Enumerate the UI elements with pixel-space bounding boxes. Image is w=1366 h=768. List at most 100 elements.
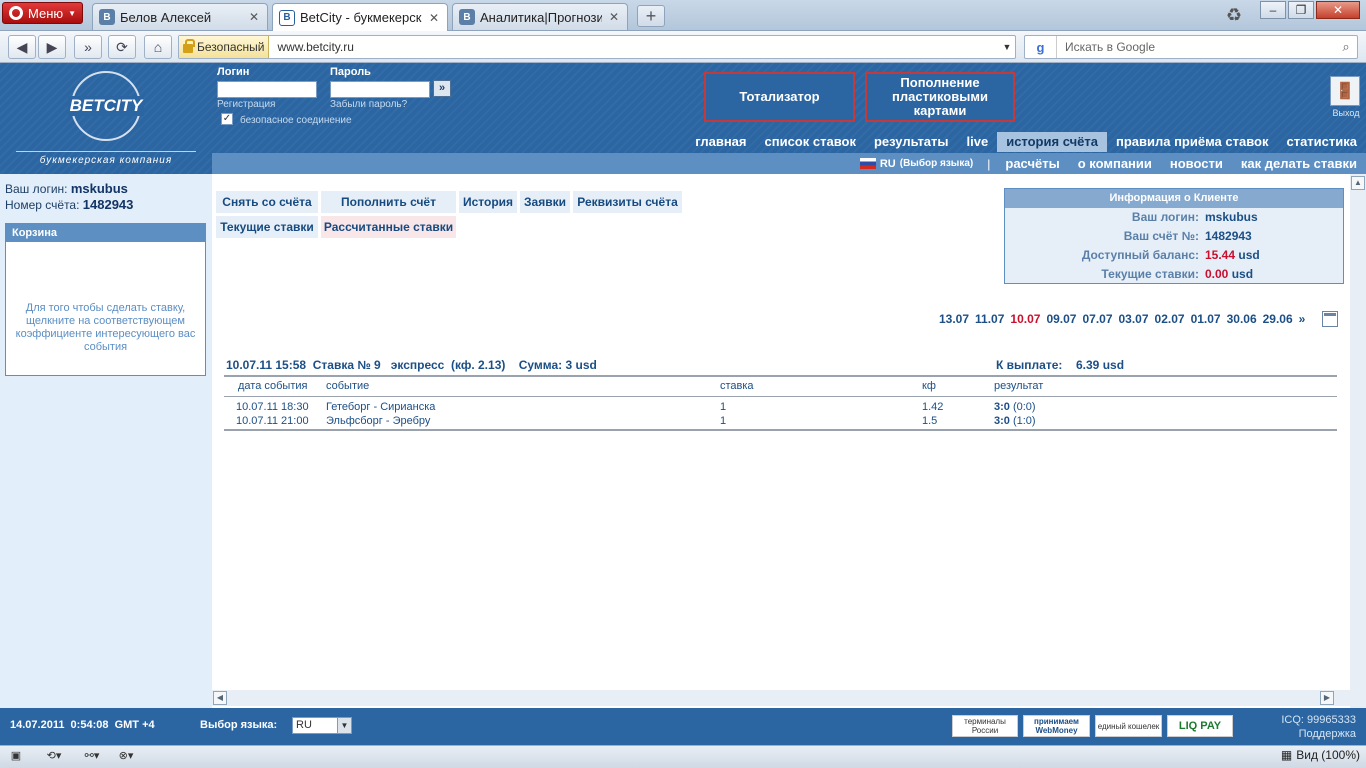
chevron-down-icon[interactable]: ▼ (999, 42, 1015, 52)
tab-betcity[interactable]: B BetCity - букмекерска... ✕ (272, 3, 448, 31)
unite-icon[interactable]: ⚯▾ (78, 749, 106, 763)
panel-toggle-icon[interactable]: ▣ (8, 749, 24, 763)
col-bet: ставка (714, 375, 916, 397)
url-field[interactable]: Безопасный www.betcity.ru ▼ (178, 35, 1016, 59)
search-field[interactable]: g Искать в Google ⌕ (1024, 35, 1358, 59)
date-link[interactable]: 11.07 (972, 312, 1007, 326)
table-header-row: дата события событие ставка кф результат (224, 375, 1337, 397)
nav-statistics[interactable]: статистика (1277, 132, 1366, 152)
date-link[interactable]: 09.07 (1043, 312, 1079, 326)
deposit-button[interactable]: Пополнить счёт (321, 191, 456, 213)
vk-icon: B (459, 9, 475, 25)
forward-button[interactable]: ▶ (38, 35, 66, 59)
date-link[interactable]: 07.07 (1079, 312, 1115, 326)
nav-news[interactable]: новости (1161, 156, 1232, 171)
chevron-down-icon: ▼ (337, 718, 351, 733)
date-link-current[interactable]: 10.07 (1007, 312, 1043, 326)
terminals-russia-logo[interactable]: терминалы России (952, 715, 1018, 737)
vertical-scrollbar[interactable]: ▲ (1350, 174, 1366, 708)
register-link[interactable]: Регистрация (217, 99, 275, 110)
secure-badge[interactable]: Безопасный (179, 36, 270, 58)
exit-door-icon[interactable]: 🚪 (1330, 76, 1360, 106)
zoom-control[interactable]: ▦ Вид (100%) (1281, 748, 1360, 762)
nav-settlements[interactable]: расчёты (996, 156, 1068, 171)
support-link[interactable]: Поддержка (1281, 727, 1356, 741)
totalizator-button[interactable]: Тотализатор (704, 72, 855, 122)
opera-menu-button[interactable]: Меню ▼ (2, 2, 83, 24)
nav-home[interactable]: главная (686, 132, 755, 152)
login-submit-button[interactable]: » (433, 80, 451, 97)
settled-bets-button[interactable]: Рассчитанные ставки (321, 216, 456, 238)
footer-lang-select[interactable]: RU ▼ (292, 717, 352, 734)
date-link[interactable]: 29.06 (1260, 312, 1296, 326)
maximize-button[interactable]: ❐ (1288, 1, 1314, 19)
history-button[interactable]: История (459, 191, 517, 213)
row-bet: 1 (714, 413, 916, 431)
date-link[interactable]: 01.07 (1188, 312, 1224, 326)
fast-forward-button[interactable]: » (74, 35, 102, 59)
row-date: 10.07.11 18:30 (236, 400, 309, 413)
zoom-label: Вид (100%) (1296, 748, 1360, 762)
nav-live[interactable]: live (958, 132, 998, 152)
forgot-password-link[interactable]: Забыли пароль? (330, 99, 407, 110)
nav-account-history[interactable]: история счёта (997, 132, 1107, 152)
nav-how-to-bet[interactable]: как делать ставки (1232, 156, 1366, 171)
home-button[interactable]: ⌂ (144, 35, 172, 59)
tab-vk-analytics[interactable]: B Аналитика|Прогнози... ✕ (452, 3, 628, 30)
sync-icon[interactable]: ⟲▾ (40, 749, 68, 763)
close-icon[interactable]: ✕ (427, 11, 441, 25)
nav-results[interactable]: результаты (865, 132, 958, 152)
topup-cards-button[interactable]: Пополнение пластиковыми картами (865, 72, 1015, 122)
date-link[interactable]: 30.06 (1224, 312, 1260, 326)
close-window-button[interactable]: ✕ (1316, 1, 1360, 19)
google-icon[interactable]: g (1025, 36, 1057, 58)
date-link[interactable]: 13.07 (936, 312, 972, 326)
tab-label: Аналитика|Прогнози... (480, 9, 602, 25)
calendar-icon[interactable] (1322, 311, 1338, 327)
date-link[interactable]: 02.07 (1152, 312, 1188, 326)
requests-button[interactable]: Заявки (520, 191, 570, 213)
current-bets-button[interactable]: Текущие ставки (216, 216, 318, 238)
nav-rules[interactable]: правила приёма ставок (1107, 132, 1278, 152)
webmoney-logo[interactable]: принимаем WebMoney (1023, 715, 1090, 737)
row-event: Эльфсборг - Эребру (320, 413, 714, 431)
row-score: 3:0 (994, 400, 1010, 413)
nav-bet-list[interactable]: список ставок (756, 132, 865, 152)
trash-icon[interactable]: ♻ (1222, 3, 1246, 27)
secure-connection-checkbox[interactable]: ✓ (221, 113, 233, 125)
scroll-up-icon[interactable]: ▲ (1351, 176, 1365, 190)
requisites-button[interactable]: Реквизиты счёта (573, 191, 682, 213)
sidebar-login-value: mskubus (70, 181, 128, 196)
turbo-icon[interactable]: ⊗▾ (112, 749, 140, 763)
footer-lang-label: Выбор языка: (200, 719, 278, 731)
back-button[interactable]: ◀ (8, 35, 36, 59)
reload-button[interactable]: ⟳ (108, 35, 136, 59)
close-icon[interactable]: ✕ (247, 10, 261, 24)
url-text[interactable]: www.betcity.ru (269, 40, 999, 54)
liqpay-logo[interactable]: LIQ PAY (1167, 715, 1233, 737)
exit-label[interactable]: Выход (1328, 108, 1364, 118)
tab-vk-belov[interactable]: B Белов Алексей ✕ (92, 3, 268, 30)
search-input[interactable]: Искать в Google (1057, 40, 1335, 54)
scroll-left-icon[interactable]: ◀ (213, 691, 227, 705)
new-tab-button[interactable]: + (637, 5, 665, 27)
nav-about[interactable]: о компании (1069, 156, 1161, 171)
sidebar-account-value: 1482943 (82, 197, 134, 212)
language-selector[interactable]: RU (Выбор языка) (859, 158, 981, 170)
horizontal-scrollbar[interactable]: ◀ ▶ (212, 690, 1350, 706)
vk-icon: B (99, 9, 115, 25)
betcity-logo[interactable]: BETCITY букмекерская компания (0, 63, 212, 174)
login-input[interactable] (217, 81, 317, 98)
minimize-button[interactable]: – (1260, 1, 1286, 19)
col-result: результат (988, 375, 1337, 397)
scroll-right-icon[interactable]: ▶ (1320, 691, 1334, 705)
ci-login-value: mskubus (1205, 210, 1258, 224)
withdraw-button[interactable]: Снять со счёта (216, 191, 318, 213)
wallet-one-logo[interactable]: единый кошелек (1095, 715, 1162, 737)
close-icon[interactable]: ✕ (607, 10, 621, 24)
password-input[interactable] (330, 81, 430, 98)
date-next-link[interactable]: » (1296, 312, 1309, 326)
search-icon[interactable]: ⌕ (1335, 39, 1357, 55)
date-link[interactable]: 03.07 (1116, 312, 1152, 326)
password-label: Пароль (330, 66, 371, 78)
